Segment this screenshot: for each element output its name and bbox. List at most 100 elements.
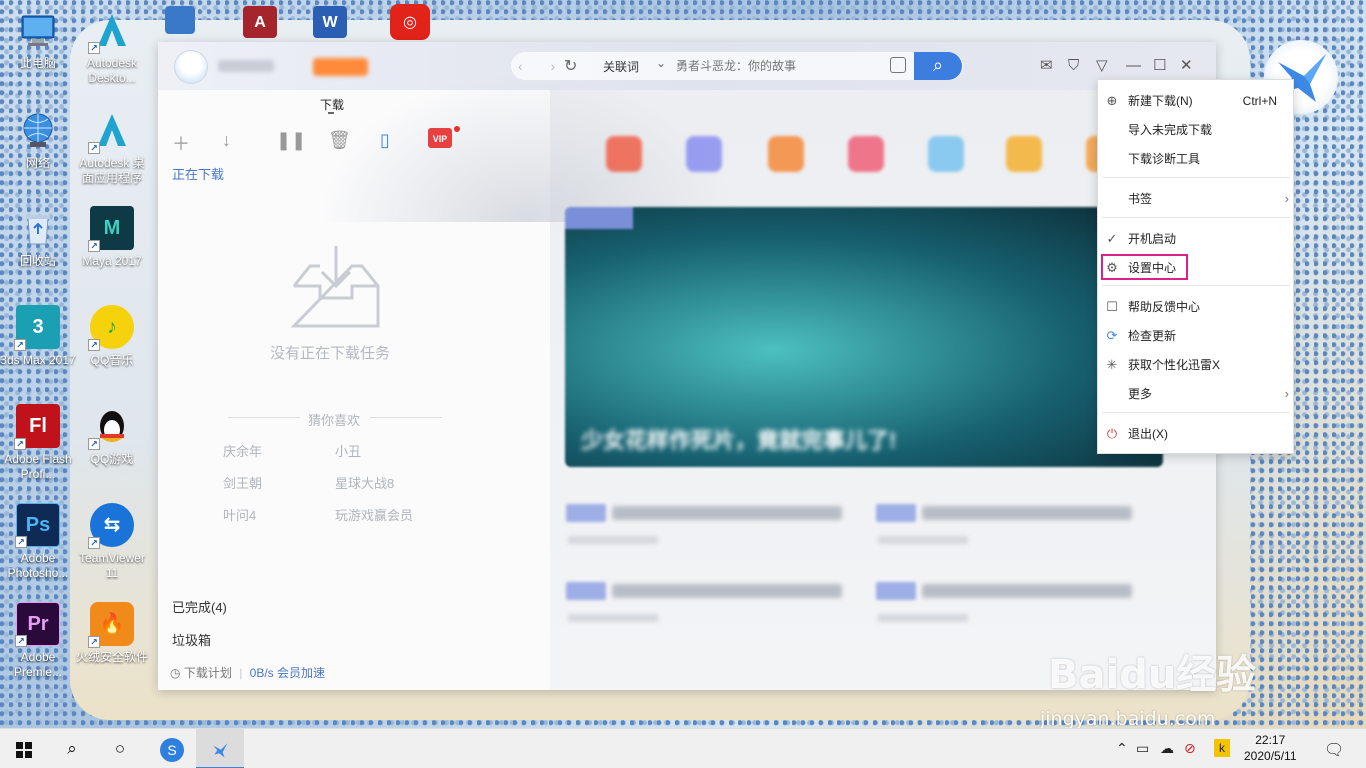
desktop-icon-qq-music[interactable]: ♪ ↗ QQ音乐: [74, 305, 150, 368]
menu-item-check-update[interactable]: ⟳ 检查更新: [1098, 323, 1295, 349]
menu-item-autostart[interactable]: ✓ 开机启动: [1098, 226, 1295, 252]
divider: [370, 417, 442, 418]
desktop-icon-this-pc[interactable]: 此电脑: [0, 8, 76, 71]
start-button[interactable]: [0, 729, 48, 768]
news-tag: [876, 504, 916, 522]
category-icon[interactable]: [848, 136, 884, 172]
news-item[interactable]: [922, 506, 1132, 520]
k-app-icon[interactable]: k: [1214, 739, 1230, 757]
sogou-browser-icon[interactable]: S: [150, 729, 194, 768]
desktop-icon-maya[interactable]: M ↗ Maya 2017: [74, 206, 150, 269]
news-meta: [568, 614, 658, 622]
menu-icon[interactable]: ▽: [1096, 56, 1108, 76]
suggestion-item[interactable]: 叶问4: [223, 505, 256, 524]
nav-arrows[interactable]: ‹ ›: [518, 58, 567, 74]
search-button[interactable]: ⌕: [914, 52, 962, 80]
trash-item[interactable]: 垃圾箱: [172, 630, 211, 649]
add-icon[interactable]: ＋: [172, 130, 190, 156]
qq-game-icon: ↗: [88, 404, 134, 450]
desktop-icon-flash[interactable]: Fl ↗ Adobe Flash Profi...: [0, 404, 76, 482]
battery-icon[interactable]: ▭: [1136, 740, 1149, 757]
menu-item-exit[interactable]: ⏻ 退出(X): [1098, 421, 1295, 447]
huorong-tray-icon[interactable]: ⊘: [1184, 740, 1196, 757]
chevron-down-icon[interactable]: ⌄: [656, 56, 666, 70]
onedrive-icon[interactable]: ☁: [1160, 740, 1174, 757]
desktop-icon-premiere[interactable]: Pr ↗ Adobe Premie...: [0, 602, 76, 680]
skin-icon[interactable]: ⛉: [1068, 56, 1079, 76]
vip-badge-blurred[interactable]: [313, 58, 368, 76]
chevron-up-icon[interactable]: ⌃: [1116, 740, 1128, 757]
refresh-icon[interactable]: ↻: [564, 56, 577, 76]
desktop-icon-qq-game[interactable]: ↗ QQ游戏: [74, 404, 150, 467]
notification-icon[interactable]: 🗨: [1324, 740, 1344, 760]
banner-tag: [565, 207, 633, 229]
minimize-icon[interactable]: —: [1126, 56, 1141, 76]
desktop-icon-autodesk-desktop[interactable]: ↗ Autodesk Deskto...: [74, 8, 150, 86]
category-icon[interactable]: [606, 136, 642, 172]
menu-item-new-download[interactable]: ⊕ 新建下载(N) Ctrl+N: [1098, 88, 1295, 114]
desktop-icon-network-share[interactable]: [150, 6, 210, 38]
desktop-icon-netease-music[interactable]: ◎: [380, 4, 440, 44]
shortcut: Ctrl+N: [1242, 94, 1277, 108]
boost-link[interactable]: 会员加速: [277, 666, 325, 680]
suggestion-item[interactable]: 庆余年: [223, 441, 262, 460]
vip-icon[interactable]: VIP: [428, 128, 452, 148]
menu-item-import[interactable]: 导入未完成下载: [1098, 117, 1295, 143]
menu-item-feedback[interactable]: ☐ 帮助反馈中心: [1098, 294, 1295, 320]
featured-banner[interactable]: 少女花样作死片，竟就完事儿了!: [565, 207, 1163, 467]
clock[interactable]: 22:17 2020/5/11: [1244, 732, 1297, 764]
desktop-icon-autodesk-apps[interactable]: ↗ Autodesk 桌面应用程序: [74, 108, 150, 186]
feedback-icon: ☐: [1106, 299, 1118, 314]
date: 2020/5/11: [1244, 749, 1297, 763]
task-view-icon[interactable]: ○: [96, 729, 144, 768]
tab-download[interactable]: 下载: [320, 96, 344, 113]
completed-item[interactable]: 已完成(4): [172, 597, 227, 616]
desktop-icon-recycle-bin[interactable]: 回收站: [0, 206, 76, 269]
maximize-icon[interactable]: ☐: [1153, 56, 1166, 76]
desktop-icon-huorong[interactable]: 🔥 ↗ 火绒安全软件: [74, 602, 150, 665]
menu-item-more[interactable]: 更多 ›: [1098, 381, 1295, 407]
category-icon[interactable]: [686, 136, 722, 172]
avatar[interactable]: [174, 50, 208, 84]
news-item[interactable]: [922, 584, 1132, 598]
news-item[interactable]: [612, 506, 842, 520]
sparkle-icon: ✳: [1106, 357, 1118, 372]
desktop-icon-network[interactable]: 网络: [0, 108, 76, 171]
huorong-icon: 🔥 ↗: [88, 602, 134, 648]
category-icon[interactable]: [768, 136, 804, 172]
username-blurred[interactable]: [218, 60, 274, 72]
suggestion-item[interactable]: 玩游戏赢会员: [335, 505, 413, 524]
desktop-icon-access[interactable]: A: [230, 6, 290, 42]
mail-icon[interactable]: ✉: [1040, 56, 1053, 76]
delete-icon[interactable]: 🗑: [328, 130, 351, 151]
checkmark-icon: ✓: [1106, 231, 1118, 246]
flash-icon: Fl ↗: [14, 404, 60, 450]
search-icon[interactable]: ⌕: [48, 729, 96, 768]
menu-item-diagnose[interactable]: 下载诊断工具: [1098, 146, 1295, 172]
menu-item-personalize[interactable]: ✳ 获取个性化迅雷X: [1098, 352, 1295, 378]
news-item[interactable]: [612, 584, 842, 598]
downloading-label[interactable]: 正在下载: [172, 164, 224, 183]
keyword-mode-label[interactable]: 关联词: [603, 58, 639, 75]
search-input[interactable]: [676, 54, 876, 78]
category-icon[interactable]: [928, 136, 964, 172]
new-download-icon: ⊕: [1106, 93, 1118, 108]
download-arrow-icon[interactable]: ↓: [222, 130, 231, 151]
download-plan-link[interactable]: 下载计划: [184, 666, 232, 680]
desktop-icon-word[interactable]: W: [300, 6, 360, 42]
close-icon[interactable]: ✕: [1180, 56, 1193, 76]
suggestion-item[interactable]: 小丑: [335, 441, 361, 460]
menu-item-bookmarks[interactable]: 书签 ›: [1098, 186, 1295, 212]
suggestion-item[interactable]: 星球大战8: [335, 473, 394, 492]
desktop-icon-3dsmax[interactable]: 3 ↗ 3ds Max 2017: [0, 305, 76, 368]
desktop-icon-teamviewer[interactable]: ⇆ ↗ TeamViewer 11: [74, 503, 150, 581]
thunder-taskbar-icon[interactable]: [196, 729, 244, 768]
pause-icon[interactable]: ❚❚: [276, 130, 306, 151]
suggestion-item[interactable]: 剑王朝: [223, 473, 262, 492]
category-icon[interactable]: [1006, 136, 1042, 172]
phone-icon[interactable]: ▯: [380, 130, 390, 151]
autodesk-icon: ↗: [88, 108, 134, 154]
desktop-icon-photoshop[interactable]: Ps ↗ Adobe Photosho...: [0, 503, 76, 581]
netease-music-icon: ◎: [390, 4, 430, 40]
bookmark-icon[interactable]: [890, 57, 906, 73]
